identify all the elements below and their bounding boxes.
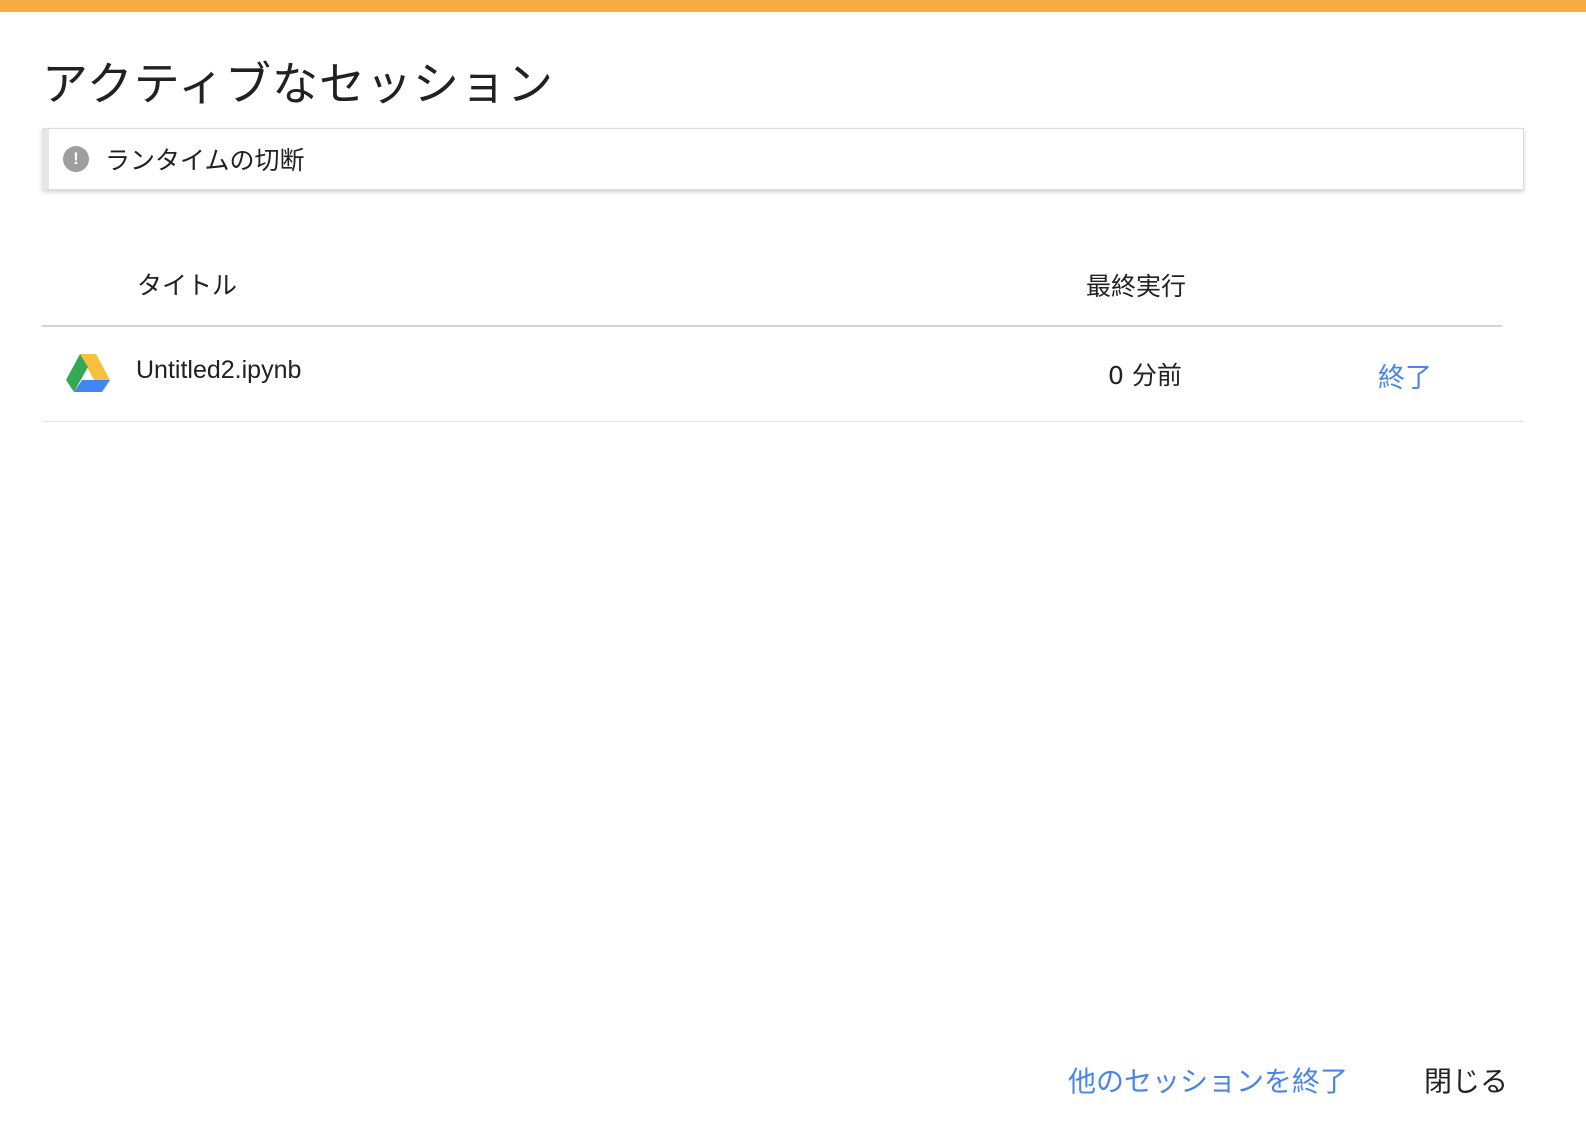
column-header-last-run: 最終実行 xyxy=(1086,272,1187,301)
sessions-table-header: タイトル 最終実行 xyxy=(42,250,1502,327)
dialog-title: アクティブなセッション xyxy=(42,57,554,111)
close-button[interactable]: 閉じる xyxy=(1424,1060,1508,1100)
terminate-other-sessions-button[interactable]: 他のセッションを終了 xyxy=(1068,1060,1348,1100)
session-title[interactable]: Untitled2.ipynb xyxy=(136,356,301,385)
column-header-title: タイトル xyxy=(137,271,238,300)
session-row: Untitled2.ipynb 0 分前 終了 xyxy=(42,326,1524,422)
terminate-session-button[interactable]: 終了 xyxy=(1378,356,1432,395)
active-sessions-dialog: アクティブなセッション ! ランタイムの切断 タイトル 最終実行 Untitle… xyxy=(0,0,1586,1142)
disconnect-runtime-banner[interactable]: ! ランタイムの切断 xyxy=(42,128,1524,190)
alert-circle-icon: ! xyxy=(63,146,89,172)
top-accent-bar xyxy=(0,0,1586,12)
google-drive-icon xyxy=(66,354,110,392)
session-last-run: 0 分前 xyxy=(1108,361,1182,390)
disconnect-runtime-label: ランタイムの切断 xyxy=(105,146,305,175)
